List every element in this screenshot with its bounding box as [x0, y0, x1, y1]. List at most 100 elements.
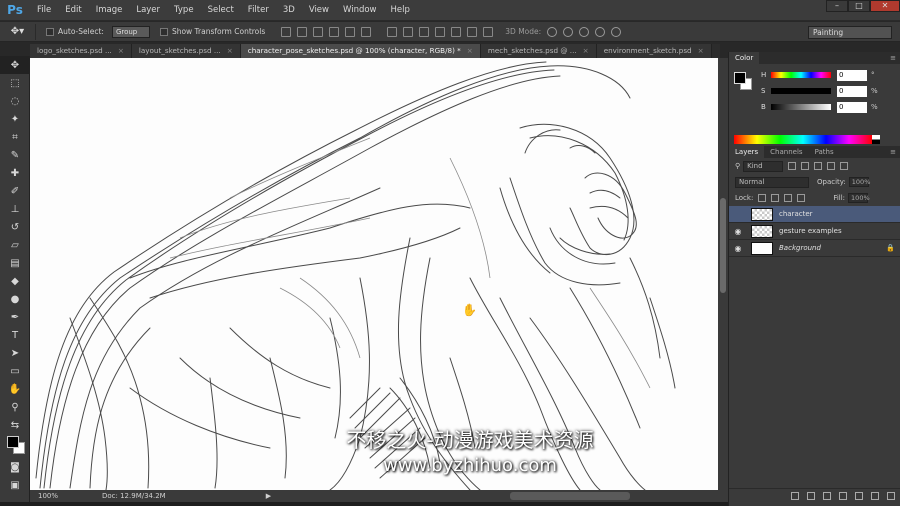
tab-channels[interactable]: Channels	[764, 146, 808, 158]
menu-file[interactable]: File	[30, 0, 58, 21]
clone-stamp-tool-icon[interactable]: ⊥	[0, 200, 30, 218]
shape-filter-icon[interactable]	[827, 162, 836, 170]
3d-slide-icon[interactable]	[595, 26, 606, 37]
panel-menu-icon[interactable]: ≡	[890, 148, 896, 156]
brush-tool-icon[interactable]: ✐	[0, 182, 30, 200]
blend-mode-dropdown[interactable]: Normal	[735, 176, 809, 188]
type-tool-icon[interactable]: T	[0, 326, 30, 344]
vertical-scroll-thumb[interactable]	[720, 198, 726, 293]
new-layer-icon[interactable]	[871, 491, 879, 500]
foreground-color-swatch[interactable]	[7, 436, 19, 448]
hue-slider[interactable]	[771, 72, 831, 78]
type-filter-icon[interactable]	[814, 162, 823, 170]
menu-help[interactable]: Help	[384, 0, 417, 21]
menu-layer[interactable]: Layer	[129, 0, 167, 21]
pixel-filter-icon[interactable]	[788, 162, 797, 170]
3d-pan-icon[interactable]	[579, 26, 590, 37]
restore-button[interactable]: □	[848, 0, 870, 12]
new-group-icon[interactable]	[855, 491, 863, 500]
transform-controls-checkbox[interactable]	[159, 27, 168, 36]
black-white-ramp[interactable]	[872, 135, 880, 144]
menu-window[interactable]: Window	[336, 0, 384, 21]
auto-align-icon[interactable]	[483, 26, 494, 37]
close-button[interactable]: ✕	[870, 0, 900, 12]
tab-logo-sketches[interactable]: logo_sketches.psd ... ×	[30, 44, 132, 58]
dodge-tool-icon[interactable]: ●	[0, 290, 30, 308]
move-tool-icon[interactable]: ✥	[0, 56, 30, 74]
adjustment-filter-icon[interactable]	[801, 162, 810, 170]
layer-style-icon[interactable]	[807, 491, 815, 500]
healing-brush-tool-icon[interactable]: ✚	[0, 164, 30, 182]
tab-mech-sketches[interactable]: mech_sketches.psd @ ... ×	[480, 44, 597, 58]
foreground-color-swatch[interactable]	[734, 72, 746, 84]
menu-filter[interactable]: Filter	[241, 0, 276, 21]
distribute-left-icon[interactable]	[435, 26, 446, 37]
align-top-icon[interactable]	[281, 26, 292, 37]
layer-row-background[interactable]: ◉ Background 🔒	[729, 240, 900, 257]
tab-layers[interactable]: Layers	[729, 146, 765, 158]
distribute-vcenter-icon[interactable]	[403, 26, 414, 37]
hand-tool-icon[interactable]: ✋	[0, 380, 30, 398]
align-right-icon[interactable]	[361, 26, 372, 37]
layer-row-character[interactable]: character	[729, 206, 900, 223]
distribute-right-icon[interactable]	[467, 26, 478, 37]
add-mask-icon[interactable]	[823, 491, 831, 500]
align-left-icon[interactable]	[329, 26, 340, 37]
hue-input[interactable]: 0	[837, 69, 867, 81]
quick-mask-icon[interactable]: ◙	[0, 458, 30, 476]
smart-object-filter-icon[interactable]	[840, 162, 849, 170]
doc-size[interactable]: Doc: 12.9M/34.2M	[102, 492, 166, 500]
path-selection-tool-icon[interactable]: ➤	[0, 344, 30, 362]
opacity-input[interactable]: 100%	[848, 177, 870, 187]
fill-input[interactable]: 100%	[848, 193, 870, 203]
brightness-slider[interactable]	[771, 104, 831, 110]
tab-environment-sketch[interactable]: environment_sketch.psd ×	[596, 44, 712, 58]
align-hcenter-icon[interactable]	[345, 26, 356, 37]
tab-paths[interactable]: Paths	[809, 146, 840, 158]
history-brush-tool-icon[interactable]: ↺	[0, 218, 30, 236]
swap-colors-icon[interactable]: ⇆	[0, 416, 30, 434]
align-vcenter-icon[interactable]	[297, 26, 308, 37]
menu-3d[interactable]: 3D	[276, 0, 302, 21]
marquee-tool-icon[interactable]: ⬚	[0, 74, 30, 92]
layer-row-gesture-examples[interactable]: ◉ gesture examples	[729, 223, 900, 240]
tab-color[interactable]: Color	[729, 52, 760, 64]
menu-view[interactable]: View	[302, 0, 336, 21]
close-icon[interactable]: ×	[227, 44, 233, 58]
close-icon[interactable]: ×	[467, 44, 473, 58]
distribute-bottom-icon[interactable]	[419, 26, 430, 37]
saturation-slider[interactable]	[771, 88, 831, 94]
trash-icon[interactable]	[887, 491, 895, 500]
align-bottom-icon[interactable]	[313, 26, 324, 37]
brightness-input[interactable]: 0	[837, 101, 867, 113]
menu-select[interactable]: Select	[201, 0, 241, 21]
tab-layout-sketches[interactable]: layout_sketches.psd ... ×	[131, 44, 241, 58]
auto-select-checkbox[interactable]	[46, 27, 54, 36]
auto-select-dropdown[interactable]: Group	[111, 25, 150, 38]
horizontal-scroll-thumb[interactable]	[510, 492, 630, 500]
blur-tool-icon[interactable]: ◆	[0, 272, 30, 290]
3d-rotate-icon[interactable]	[547, 26, 558, 37]
pen-tool-icon[interactable]: ✒	[0, 308, 30, 326]
gradient-tool-icon[interactable]: ▤	[0, 254, 30, 272]
zoom-tool-icon[interactable]: ⚲	[0, 398, 30, 416]
workspace-dropdown[interactable]: Painting	[808, 26, 892, 39]
saturation-input[interactable]: 0	[837, 85, 867, 97]
lock-all-icon[interactable]	[797, 194, 806, 202]
panel-menu-icon[interactable]: ≡	[890, 54, 896, 62]
status-menu-arrow-icon[interactable]: ▶	[266, 492, 271, 500]
distribute-hcenter-icon[interactable]	[451, 26, 462, 37]
tab-character-pose-sketches[interactable]: character_pose_sketches.psd @ 100% (char…	[240, 44, 481, 58]
distribute-top-icon[interactable]	[387, 26, 398, 37]
menu-edit[interactable]: Edit	[58, 0, 88, 21]
shape-tool-icon[interactable]: ▭	[0, 362, 30, 380]
document-canvas[interactable]: ✋ 不移之火-动漫游戏美术资源 www.byzhihuo.com	[30, 58, 718, 490]
close-icon[interactable]: ×	[118, 44, 124, 58]
adjustment-layer-icon[interactable]	[839, 491, 847, 500]
close-icon[interactable]: ×	[583, 44, 589, 58]
eraser-tool-icon[interactable]: ▱	[0, 236, 30, 254]
lock-image-icon[interactable]	[771, 194, 780, 202]
menu-image[interactable]: Image	[89, 0, 130, 21]
minimize-button[interactable]: –	[826, 0, 848, 12]
lasso-tool-icon[interactable]: ◌	[0, 92, 30, 110]
